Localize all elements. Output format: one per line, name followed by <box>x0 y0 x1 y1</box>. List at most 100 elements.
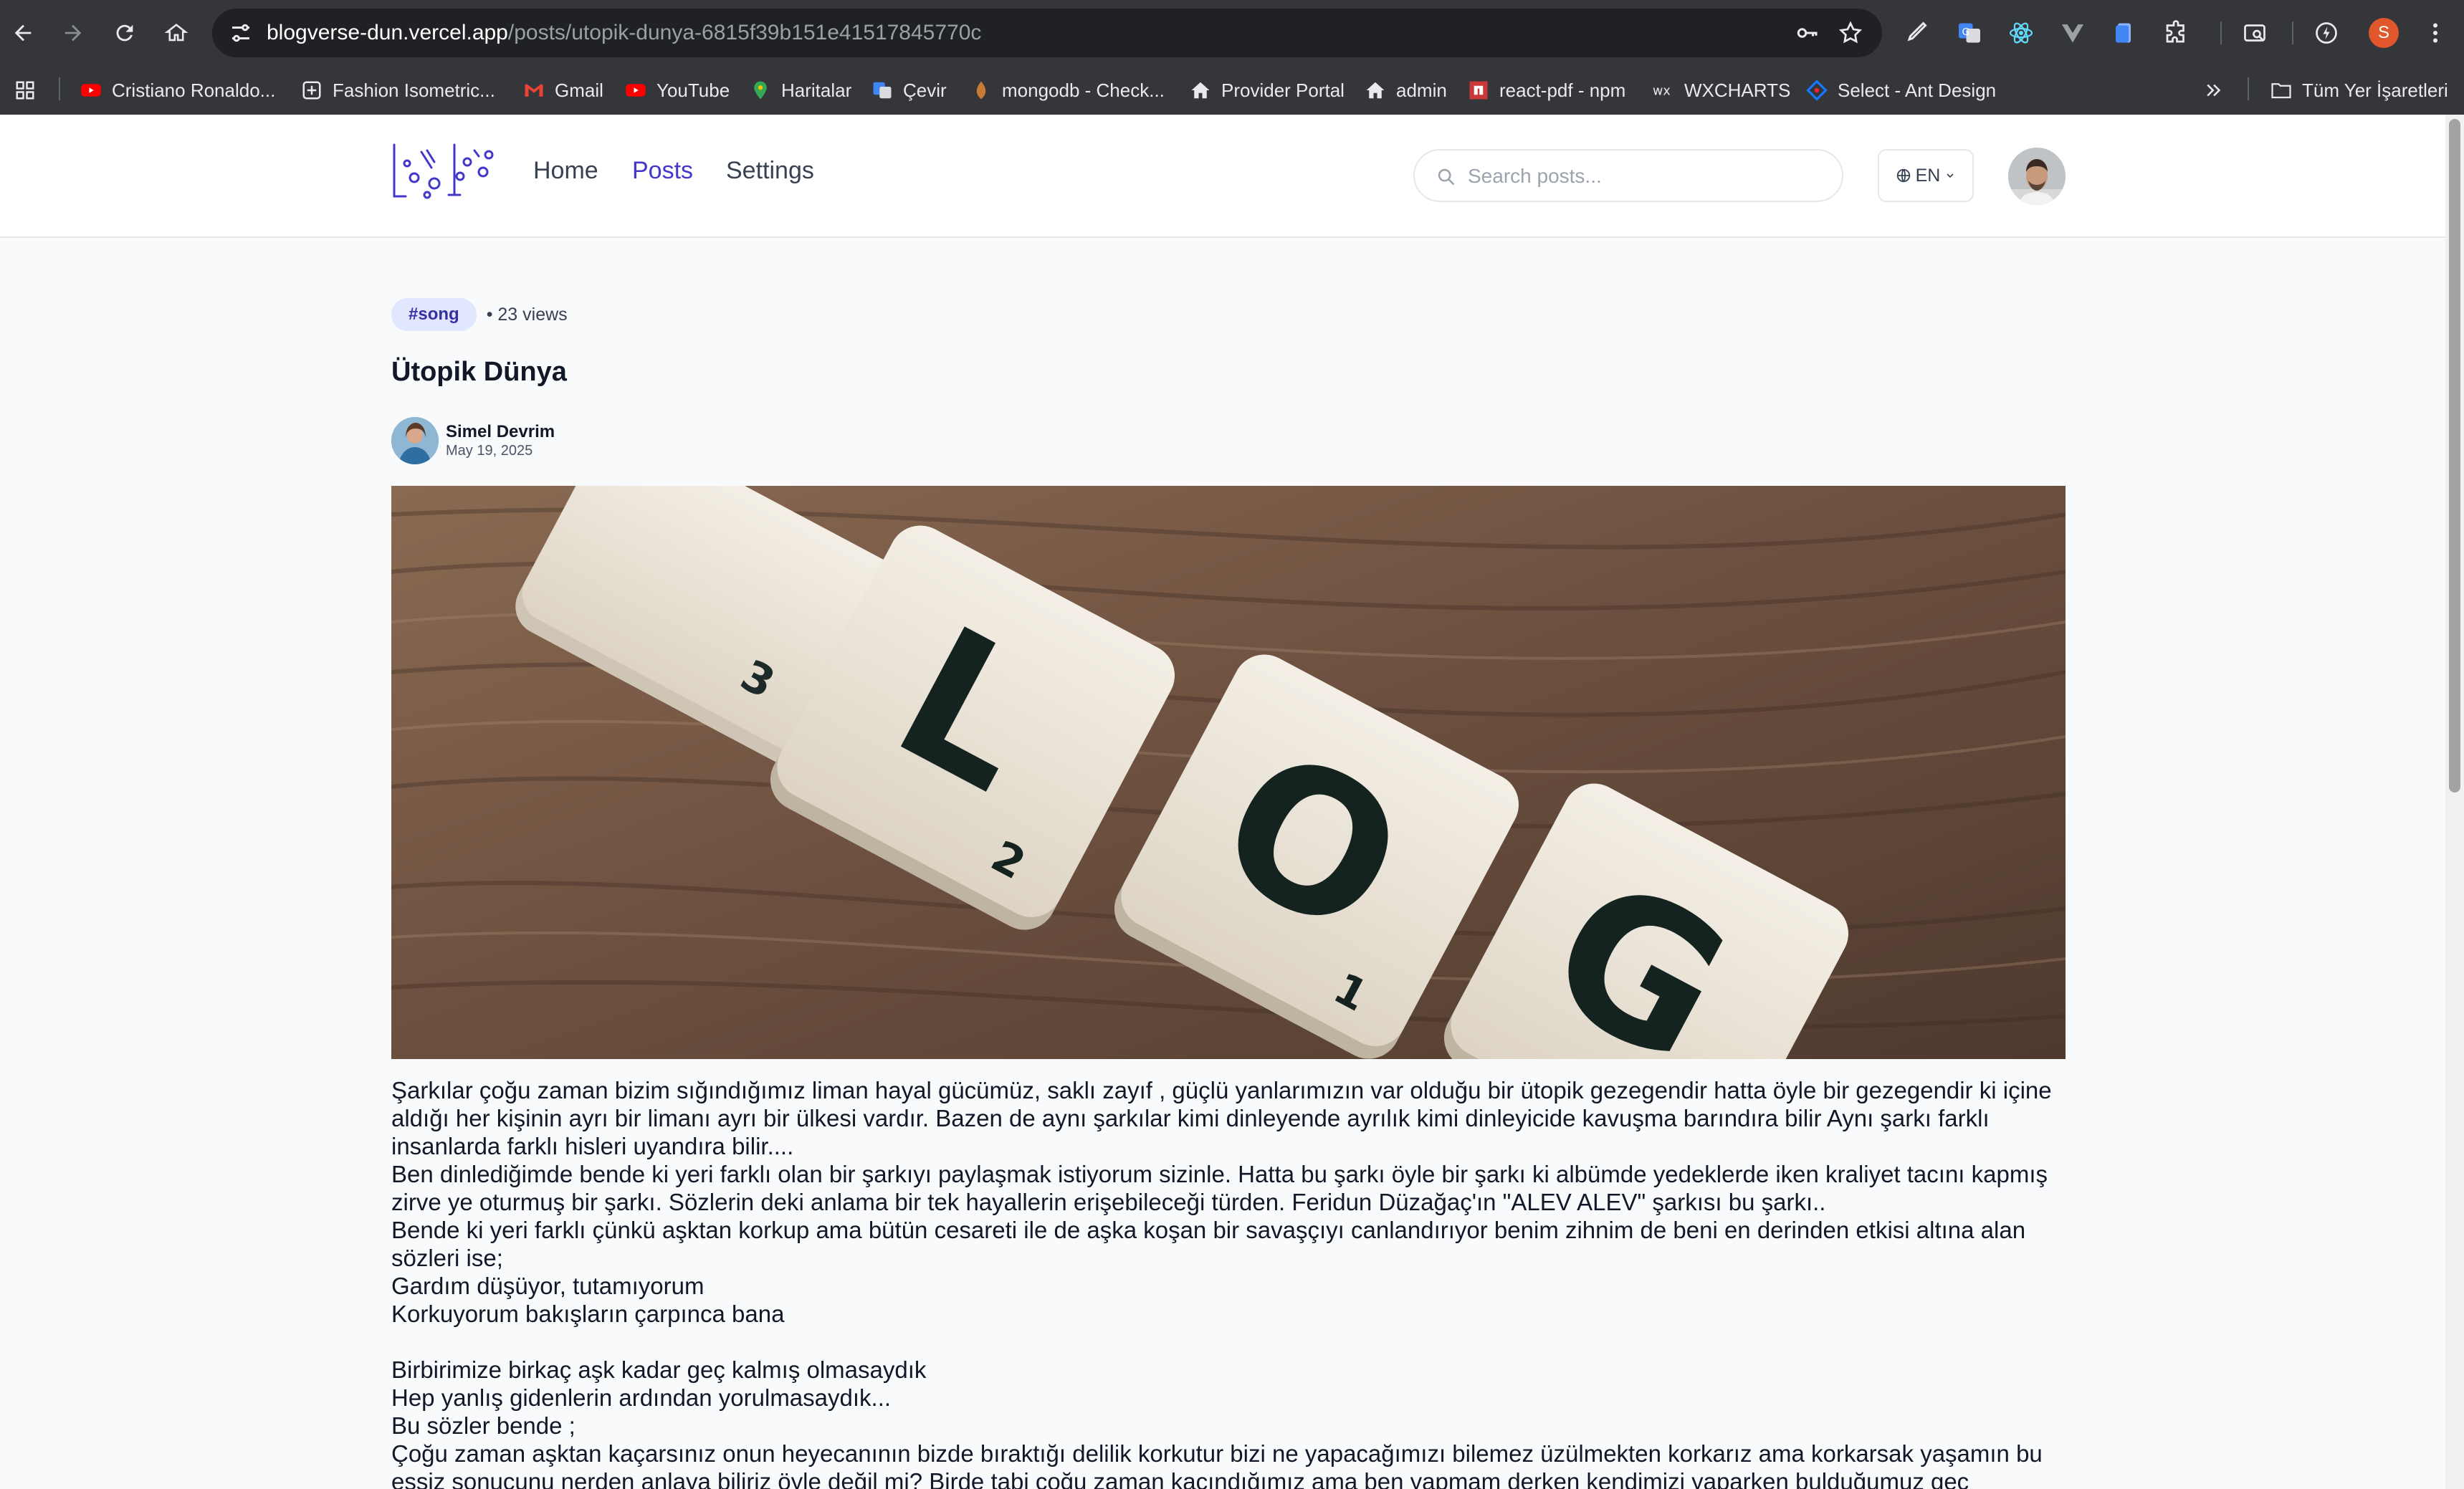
nav-posts[interactable]: Posts <box>632 156 693 185</box>
bookmarks-bar: Cristiano Ronaldo... Fashion Isometric..… <box>0 66 2464 115</box>
profile-avatar[interactable]: S <box>2369 18 2399 48</box>
svg-text:G: G <box>1962 27 1969 38</box>
home-icon <box>164 24 188 42</box>
apps-grid-icon <box>14 80 36 101</box>
bookmark-item[interactable]: YouTube <box>625 75 730 106</box>
post-paragraph: Ben dinlediğimde bende ki yeri farklı ol… <box>391 1161 2055 1215</box>
youtube-icon <box>80 80 102 101</box>
post-paragraph: Bu sözler bende ; <box>391 1412 576 1439</box>
folder-icon <box>2270 80 2292 101</box>
performance-icon[interactable] <box>2312 19 2341 47</box>
bookmark-label: Çevir <box>903 79 947 101</box>
post-cover-image: 3 L 2 O 1 G <box>391 486 2066 1059</box>
url-text[interactable]: blogverse-dun.vercel.app/posts/utopik-du… <box>267 20 981 46</box>
back-button[interactable] <box>6 16 40 50</box>
youtube-icon <box>625 80 646 101</box>
password-key-icon[interactable] <box>1795 20 1820 46</box>
author-photo <box>391 417 439 464</box>
mongodb-icon <box>970 80 992 101</box>
language-label: EN <box>1915 165 1941 186</box>
bookmark-label: react-pdf - npm <box>1499 79 1626 101</box>
language-selector[interactable]: EN <box>1878 149 1974 202</box>
bookmark-label: Haritalar <box>781 79 852 101</box>
react-devtools-extension-icon[interactable] <box>2007 19 2035 47</box>
bookmark-label: admin <box>1396 79 1447 101</box>
bookmark-item[interactable]: wx WXCHARTS <box>1653 75 1790 106</box>
bookmark-label: YouTube <box>656 79 730 101</box>
post-date: May 19, 2025 <box>446 443 533 459</box>
browser-menu-icon[interactable] <box>2421 19 2450 47</box>
address-bar[interactable]: blogverse-dun.vercel.app/posts/utopik-du… <box>212 9 1882 57</box>
extensions-puzzle-icon[interactable] <box>2162 19 2190 47</box>
bookmark-label: WXCHARTS <box>1684 79 1791 101</box>
user-avatar[interactable] <box>2008 148 2066 205</box>
nav-home[interactable]: Home <box>533 156 598 185</box>
browser-chrome: blogverse-dun.vercel.app/posts/utopik-du… <box>0 0 2464 115</box>
home-button[interactable] <box>159 16 194 50</box>
bookmark-item[interactable]: Haritalar <box>750 75 851 106</box>
more-bookmarks-button[interactable] <box>2203 75 2225 106</box>
globe-icon <box>1896 168 1910 183</box>
view-count: • 23 views <box>486 304 568 325</box>
arrow-right-icon <box>65 24 82 42</box>
search-icon <box>1438 168 1455 186</box>
bookmark-item[interactable]: Çevir <box>872 75 947 106</box>
browser-toolbar: blogverse-dun.vercel.app/posts/utopik-du… <box>0 0 2464 66</box>
site-header: Home Posts Settings EN <box>0 115 2445 238</box>
chevron-down-icon <box>1947 173 1954 178</box>
url-path: /posts/utopik-dunya-6815f39b151e41517845… <box>507 21 982 44</box>
tag-badge[interactable]: #song <box>391 298 477 331</box>
antd-icon <box>1806 80 1828 101</box>
post-body: Şarkılar çoğu zaman bizim sığındığımız l… <box>391 1076 2066 1489</box>
all-bookmarks-button[interactable]: Tüm Yer İşaretleri <box>2270 75 2448 106</box>
home-icon <box>1190 80 1211 101</box>
post-meta: #song • 23 views <box>391 298 568 331</box>
bookmark-item[interactable]: react-pdf - npm <box>1468 75 1625 106</box>
user-photo <box>2008 148 2066 205</box>
wx-icon: wx <box>1653 80 1674 101</box>
post-paragraph <box>391 1328 2066 1356</box>
home-icon <box>1365 80 1386 101</box>
eyedropper-extension-icon[interactable] <box>1904 19 1932 47</box>
post-paragraph: Bende ki yeri farklı çünkü aşktan korkup… <box>391 1217 2033 1271</box>
author-avatar[interactable] <box>391 417 439 464</box>
google-translate-extension-icon[interactable]: G <box>1955 19 1984 47</box>
bookmark-star-icon[interactable] <box>1838 20 1863 46</box>
url-host: blogverse-dun.vercel.app <box>267 21 508 44</box>
bookmark-item[interactable]: Fashion Isometric... <box>301 75 495 106</box>
post-paragraph: Birbirimize birkaç aşk kadar geç kalmış … <box>391 1356 927 1383</box>
toolbar-divider <box>2220 21 2222 44</box>
bookmark-item[interactable]: admin <box>1365 75 1447 106</box>
tab-search-icon[interactable] <box>2240 19 2269 47</box>
author-name[interactable]: Simel Devrim <box>446 422 555 442</box>
forward-button[interactable] <box>56 16 90 50</box>
gmail-icon <box>523 80 545 101</box>
search-input[interactable] <box>1468 161 1826 192</box>
author-info: Simel Devrim May 19, 2025 <box>391 416 555 466</box>
nav-settings[interactable]: Settings <box>726 156 814 185</box>
scrollbar-thumb[interactable] <box>2449 119 2460 793</box>
arrow-left-icon <box>14 24 32 42</box>
bookmark-item[interactable]: Select - Ant Design <box>1806 75 1996 106</box>
post-paragraph: Hep yanlış gidenlerin ardından yorulmasa… <box>391 1384 892 1411</box>
docs-extension-icon[interactable] <box>2110 19 2139 47</box>
reload-button[interactable] <box>108 16 142 50</box>
all-bookmarks-label: Tüm Yer İşaretleri <box>2302 79 2448 101</box>
site-settings-icon[interactable] <box>228 20 254 46</box>
npm-icon <box>1468 80 1489 101</box>
bookmark-label: Fashion Isometric... <box>333 79 495 101</box>
blog-logo-icon[interactable] <box>390 140 497 202</box>
post-paragraph: Şarkılar çoğu zaman bizim sığındığımız l… <box>391 1077 2058 1159</box>
bookmark-label: Provider Portal <box>1221 79 1345 101</box>
bookmark-item[interactable]: Gmail <box>523 75 603 106</box>
bookmark-item[interactable]: Cristiano Ronaldo... <box>80 75 275 106</box>
bookmark-item[interactable]: mongodb - Check... <box>970 75 1165 106</box>
post-paragraph: Korkuyorum bakışların çarpınca bana <box>391 1301 785 1327</box>
post-paragraph: Çoğu zaman aşktan kaçarsınız onun heyeca… <box>391 1440 2049 1489</box>
bookmark-label: Cristiano Ronaldo... <box>112 79 276 101</box>
svg-text:wx: wx <box>1653 84 1671 98</box>
bookmark-item[interactable]: Provider Portal <box>1190 75 1345 106</box>
apps-button[interactable] <box>14 75 36 106</box>
maps-icon <box>750 80 771 101</box>
vue-extension-icon[interactable] <box>2058 19 2087 47</box>
